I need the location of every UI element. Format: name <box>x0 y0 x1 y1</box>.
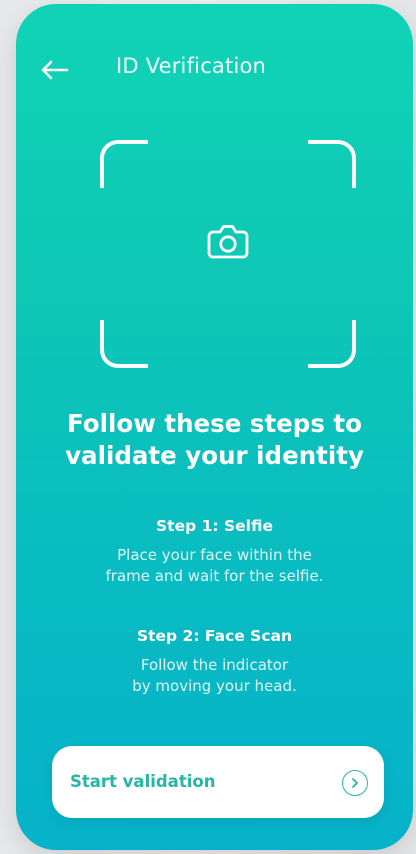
back-arrow-icon <box>41 60 69 80</box>
chevron-right-icon <box>342 770 368 796</box>
step-1-description: Place your face within the frame and wai… <box>16 545 413 587</box>
instructions-headline: Follow these steps to validate your iden… <box>16 408 413 472</box>
page-title: ID Verification <box>116 54 267 78</box>
step-1-title: Step 1: Selfie <box>156 517 273 535</box>
frame-corner-bottom-right <box>308 320 356 368</box>
capture-frame <box>100 140 356 368</box>
step-2-line-2: by moving your head. <box>132 677 297 695</box>
camera-icon <box>207 225 249 259</box>
step-2-line-1: Follow the indicator <box>140 656 289 674</box>
screenshot-background: ID Verification Follow these steps to va… <box>0 0 416 854</box>
step-1-line-1: Place your face within the <box>117 546 312 564</box>
step-2-title: Step 2: Face Scan <box>136 627 293 645</box>
headline-line-1: Follow these steps to <box>67 409 362 438</box>
start-validation-label: Start validation <box>70 772 216 791</box>
back-button[interactable] <box>34 50 76 90</box>
headline-line-2: validate your identity <box>65 441 364 470</box>
chevron-right-glyph <box>352 778 358 788</box>
top-bar: ID Verification <box>16 50 413 90</box>
step-2-description: Follow the indicator by moving your head… <box>16 655 413 697</box>
start-validation-button[interactable]: Start validation <box>52 746 384 818</box>
frame-corner-bottom-left <box>100 320 148 368</box>
frame-corner-top-left <box>100 140 148 188</box>
phone-screen: ID Verification Follow these steps to va… <box>16 4 413 850</box>
step-1-line-2: frame and wait for the selfie. <box>105 567 324 585</box>
frame-corner-top-right <box>308 140 356 188</box>
